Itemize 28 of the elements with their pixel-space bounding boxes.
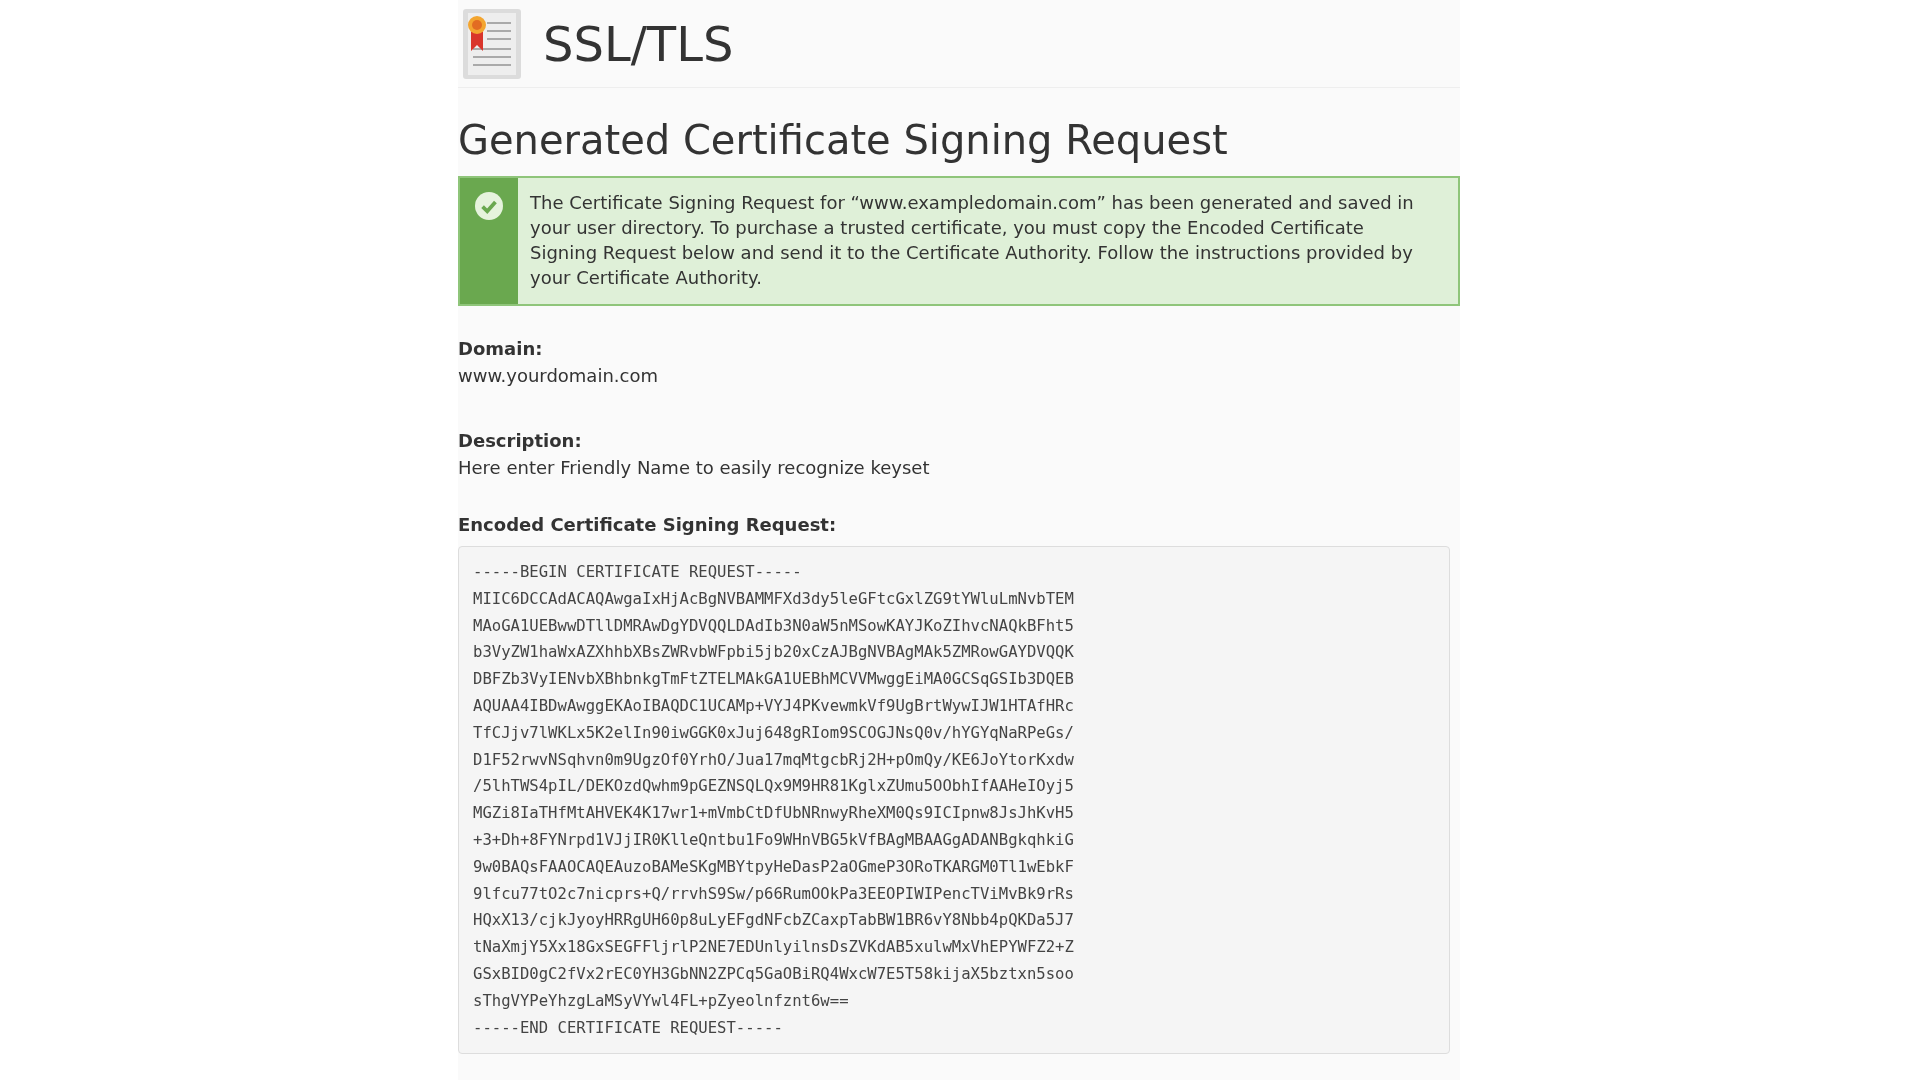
code-line: 9w0BAQsFAAOCAQEAuzoBAMeSKgMBYtpyHeDasP2aOGmeP3ORoTKARGM0Tl1wEbkF: [473, 856, 1074, 878]
code-line: -----END CERTIFICATE REQUEST-----: [473, 1017, 783, 1039]
field-label: Description:: [458, 429, 583, 453]
field-value: Here enter Friendly Name to easily recognize keyset: [458, 456, 931, 480]
code-line: b3VyZW1haWxAZXhhbXBsZWRvbWFpbi5jb20xCzAJBgNVBAgMAk5ZMRowGAYDVQQK: [473, 642, 1074, 664]
code-line: GSxBID0gC2fVx2rEC0YH3GbNN2ZPCq5GaOBiRQ4WxcW7E5T58kijaX5bztxn5soo: [473, 963, 1074, 985]
code-line: 9lfcu77tO2c7nicprs+Q/rrvhS9Sw/p66RumOOkPa3EEOPIWIPencTViMvBk9rRs: [473, 883, 1074, 905]
check-icon: [475, 192, 503, 220]
code-line: tNaXmjY5Xx18GxSEGFFljrlP2NE7EDUnlyilnsDsZVKdAB5xulwMxVhEPYWFZ2+Z: [473, 937, 1074, 959]
certificate-icon: [463, 8, 521, 79]
code-line: +3+Dh+8FYNrpd1VJjIR0KlleQntbu1Fo9WHnVBG5kVfBAgMBAAGgADANBgkqhkiG: [473, 829, 1074, 851]
code-line: HQxX13/cjkJyoyHRRgUH60p8uLyEFgdNFcbZCaxpTabBW1BR6vY8Nbb4pQKDa5J7: [473, 910, 1074, 932]
code-line: DBFZb3VyIENvbXBhbnkgTmFtZTELMAkGA1UEBhMCVVMwggEiMA0GCSqGSIb3DQEB: [473, 669, 1074, 691]
code-line: MIIC6DCCAdACAQAwgaIxHjAcBgNVBAMMFXd3dy5leGFtcGxlZG9tYWluLmNvbTEM: [473, 588, 1074, 610]
code-line: MAoGA1UEBwwDTllDMRAwDgYDVQQLDAdIb3N0aW5nMSowKAYJKoZIhvcNAQkBFht5: [473, 615, 1074, 637]
page-title: SSL/TLS: [543, 15, 734, 72]
code-line: MGZi8IaTHfMtAHVEK4K17wr1+mVmbCtDfUbNRnwyRheXM0Qs9ICIpnw8JsJhKvH5: [473, 803, 1074, 825]
field-label: Encoded Certificate Signing Request:: [458, 513, 838, 537]
section-heading: Generated Certificate Signing Request: [458, 116, 1229, 164]
code-line: sThgVYPeYhzgLaMSyVYwl4FL+pZyeolnfznt6w==: [473, 990, 849, 1012]
field-label: Domain:: [458, 337, 544, 361]
code-line: TfCJjv7lWKLx5K2elIn90iwGGK0xJuj648gRIom9SCOGJNsQ0v/hYGYqNaRPeGs/: [473, 722, 1074, 744]
code-line: /5lhTWS4pIL/DEKOzdQwhm9pGEZNSQLQx9M9HR81KglxZUmu5OObhIfAAHeIOyj5: [473, 776, 1074, 798]
field-value: www.yourdomain.com: [458, 364, 659, 388]
code-line: D1F52rwvNSqhvn0m9UgzOf0YrhO/Jua17mqMtgcbRj2H+pOmQy/KE6JoYtorKxdw: [473, 749, 1074, 771]
alert-message: The Certificate Signing Request for “www.exampledomain.com” has been generated and saved in your user directory. To purchase a trusted certificate, you must copy the Encoded Certificate Signing Request below and send it to the Certificate Authority. Follow the instructions provided by your Certificate Authority.: [530, 191, 1415, 290]
code-line: -----BEGIN CERTIFICATE REQUEST-----: [473, 562, 802, 583]
code-line: AQUAA4IBDwAwggEKAoIBAQDC1UCAMp+VYJ4PKvewmkVf9UgBrtWywIJW1HTAfHRc: [473, 696, 1074, 717]
